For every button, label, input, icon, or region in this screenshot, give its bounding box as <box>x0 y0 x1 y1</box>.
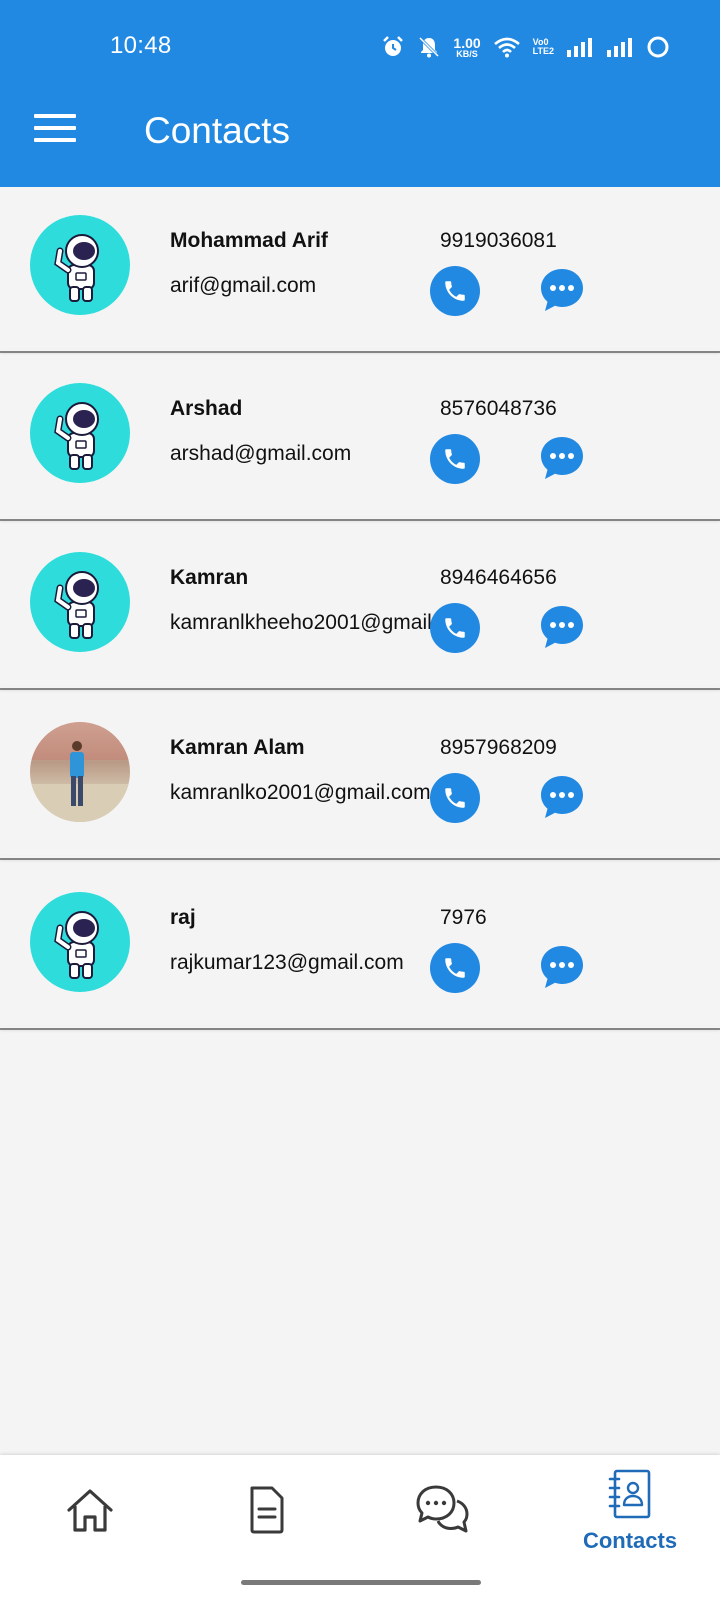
page-title: Contacts <box>144 110 291 151</box>
phone-icon <box>445 449 465 469</box>
photo-avatar <box>30 722 130 822</box>
phone-icon <box>445 958 465 978</box>
home-icon <box>67 1489 113 1532</box>
contact-email: rajkumar123@gmail.com <box>170 951 404 974</box>
nav-chats[interactable] <box>360 1455 540 1575</box>
menu-bar-bottom <box>34 138 76 142</box>
contact-phone: 7976 <box>440 906 487 929</box>
network-speed-unit: KB/S <box>456 48 478 59</box>
signal-icon-sim1 <box>567 38 592 57</box>
call-button[interactable] <box>430 943 480 993</box>
message-button[interactable] <box>538 603 586 651</box>
contact-email: arif@gmail.com <box>170 274 317 297</box>
wifi-icon <box>493 37 520 58</box>
call-button[interactable] <box>430 266 480 316</box>
astronaut-illustration <box>54 911 99 979</box>
app-bar: 10:48 1.00 KB/S Vo0 LTE2 Contacts <box>0 0 720 187</box>
chat-icon <box>416 1485 469 1533</box>
phone-icon <box>445 618 465 638</box>
battery-ring-icon <box>647 36 669 58</box>
contacts-book-icon <box>608 1469 651 1519</box>
volte-indicator: Vo0 LTE2 <box>533 38 554 56</box>
message-button[interactable] <box>538 434 586 482</box>
contact-email: arshad@gmail.com <box>170 442 352 465</box>
contact-name: raj <box>170 906 196 929</box>
person-photo <box>30 722 130 822</box>
message-button[interactable] <box>538 943 586 991</box>
network-speed-value: 1.00 <box>453 34 481 51</box>
signal-icon-sim2 <box>607 38 632 57</box>
menu-button[interactable] <box>34 114 76 142</box>
alarm-icon <box>383 36 404 56</box>
nav-home[interactable] <box>0 1455 180 1575</box>
call-button[interactable] <box>430 773 480 823</box>
network-speed: 1.00 KB/S <box>453 36 480 59</box>
contact-card[interactable]: Mohammad Arif arif@gmail.com 9919036081 <box>0 187 720 353</box>
astronaut-illustration <box>54 234 99 302</box>
contact-phone: 9919036081 <box>440 229 557 252</box>
astronaut-avatar <box>30 383 130 483</box>
contact-email: kamranlko2001@gmail.com <box>170 781 431 804</box>
menu-bar-top <box>34 114 76 118</box>
phone-icon <box>445 281 465 301</box>
contact-name: Mohammad Arif <box>170 229 328 252</box>
contact-name: Arshad <box>170 397 243 420</box>
contact-card[interactable]: raj rajkumar123@gmail.com 7976 <box>0 864 720 1030</box>
call-button[interactable] <box>430 603 480 653</box>
nav-documents[interactable] <box>180 1455 360 1575</box>
status-icons: 1.00 KB/S Vo0 LTE2 <box>381 32 670 62</box>
contact-phone: 8576048736 <box>440 397 557 420</box>
astronaut-avatar <box>30 215 130 315</box>
nav-contacts-label: Contacts <box>582 1528 678 1553</box>
contact-card[interactable]: Arshad arshad@gmail.com 8576048736 <box>0 355 720 521</box>
contact-phone: 8957968209 <box>440 736 557 759</box>
mute-bell-icon <box>419 36 440 58</box>
contact-name: Kamran Alam <box>170 736 305 759</box>
status-time: 10:48 <box>110 32 172 59</box>
message-button[interactable] <box>538 773 586 821</box>
menu-bar-middle <box>34 126 76 130</box>
contact-card[interactable]: Kamran Alam kamranlko2001@gmail.com 8957… <box>0 694 720 860</box>
bottom-navigation: Contacts <box>0 1455 720 1600</box>
contact-phone: 8946464656 <box>440 566 557 589</box>
home-indicator[interactable] <box>241 1580 481 1585</box>
astronaut-illustration <box>54 402 99 470</box>
document-icon <box>250 1486 284 1534</box>
contact-card[interactable]: Kamran kamranlkheeho2001@gmail.com 89464… <box>0 524 720 690</box>
astronaut-illustration <box>54 571 99 639</box>
contact-name: Kamran <box>170 566 249 589</box>
nav-contacts[interactable]: Contacts <box>540 1455 720 1575</box>
volte-line-2: LTE2 <box>532 46 554 56</box>
call-button[interactable] <box>430 434 480 484</box>
message-button[interactable] <box>538 266 586 314</box>
astronaut-avatar <box>30 892 130 992</box>
phone-icon <box>445 788 465 808</box>
astronaut-avatar <box>30 552 130 652</box>
